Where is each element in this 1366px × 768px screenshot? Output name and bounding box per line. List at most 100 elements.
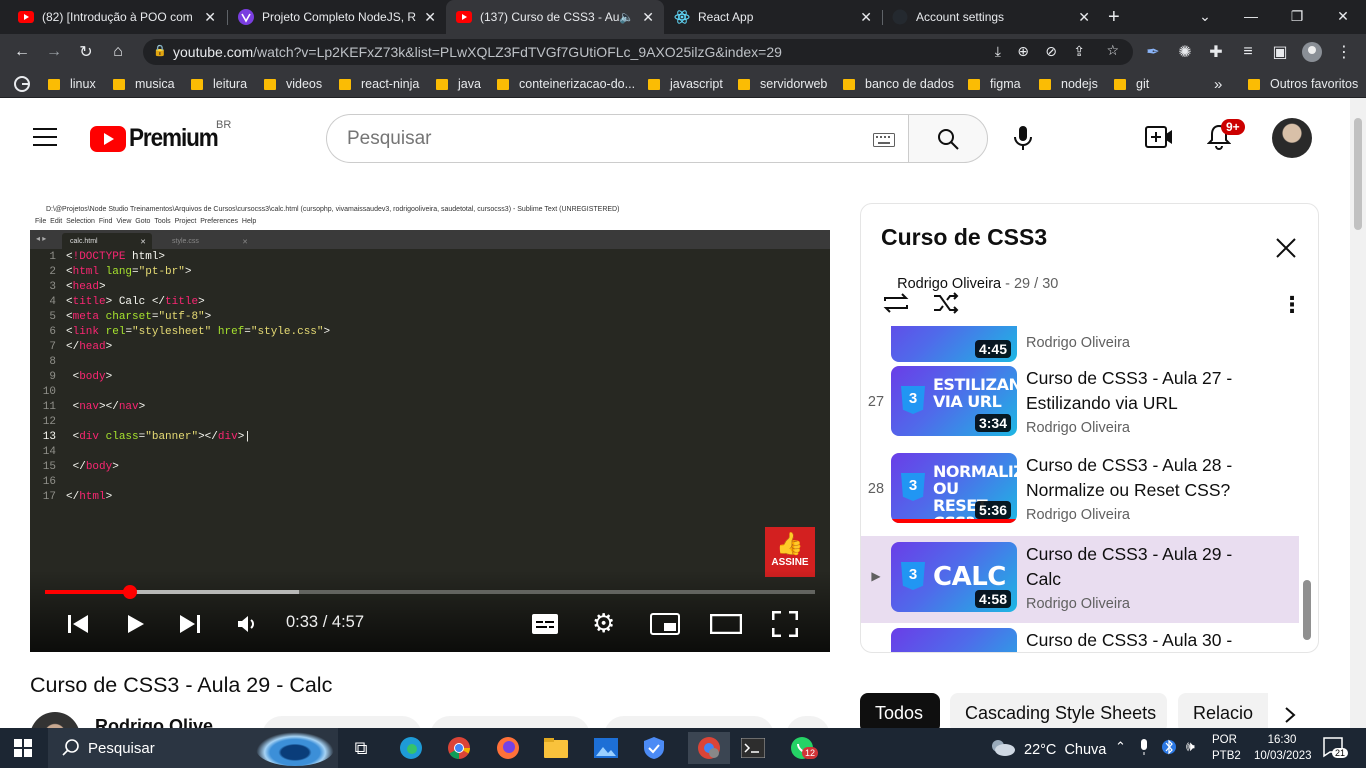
video-thumbnail[interactable]: 3 ESTILIZANDO VIA URL 3:34	[891, 366, 1017, 436]
miniplayer-icon[interactable]	[650, 613, 680, 640]
playlist-owner[interactable]: Rodrigo Oliveira	[897, 276, 1001, 292]
restore-icon[interactable]: ❐	[1274, 0, 1320, 32]
microphone-tray-icon[interactable]	[1139, 738, 1149, 761]
photos-icon[interactable]	[590, 732, 622, 764]
bookmark-banco-de-dados[interactable]: banco de dados	[843, 76, 954, 92]
tray-chevron-icon[interactable]: ⌃	[1115, 739, 1126, 755]
playlist-item[interactable]: 27 3 ESTILIZANDO VIA URL 3:34 Curso de C…	[861, 364, 1299, 452]
chip-all[interactable]: Todos	[860, 693, 940, 733]
create-video-icon[interactable]	[1145, 126, 1173, 153]
minimize-icon[interactable]: —	[1228, 0, 1274, 32]
keyboard-icon[interactable]	[873, 131, 895, 153]
extension-pen-icon[interactable]: ✒	[1143, 42, 1163, 62]
shuffle-icon[interactable]	[932, 292, 960, 319]
channel-name[interactable]: Rodrigo Olive...	[95, 716, 228, 728]
bookmark-conteinerizacao[interactable]: conteinerizacao-do...	[497, 76, 635, 92]
bookmark-star-icon[interactable]: ☆	[1106, 42, 1119, 59]
settings-gear-icon[interactable]: ⚙	[592, 610, 615, 636]
profile-avatar-icon[interactable]	[1302, 42, 1322, 62]
bookmark-videos[interactable]: videos	[264, 76, 322, 92]
bookmark-leitura[interactable]: leitura	[191, 76, 247, 92]
video-thumbnail[interactable]	[891, 628, 1017, 652]
lock-icon[interactable]: 🔒	[153, 44, 167, 57]
language-indicator[interactable]: POR PTB2	[1212, 732, 1241, 764]
chip-related[interactable]: Relacio	[1178, 693, 1268, 733]
progress-bar[interactable]	[45, 585, 815, 599]
firefox-icon[interactable]	[492, 732, 524, 764]
hamburger-menu-icon[interactable]	[33, 128, 57, 146]
google-apps-icon[interactable]	[14, 76, 30, 92]
account-avatar[interactable]	[1272, 118, 1312, 158]
browser-tab-4[interactable]: React App ✕	[664, 0, 882, 34]
bookmark-git[interactable]: git	[1114, 76, 1149, 92]
search-input[interactable]: Pesquisar	[326, 114, 909, 163]
new-tab-button[interactable]: +	[1108, 6, 1120, 29]
volume-tray-icon[interactable]: 🕪	[1186, 738, 1195, 755]
page-scrollbar[interactable]	[1350, 98, 1366, 728]
close-window-icon[interactable]: ✕	[1320, 0, 1366, 32]
bookmark-figma[interactable]: figma	[968, 76, 1021, 92]
youtube-premium-logo[interactable]: Premium	[90, 124, 228, 153]
bookmark-servidorweb[interactable]: servidorweb	[738, 76, 827, 92]
edge-icon[interactable]	[395, 732, 427, 764]
video-thumbnail[interactable]: 3 CALC 4:58	[891, 542, 1017, 612]
video-thumbnail[interactable]: 4:45	[891, 326, 1017, 362]
weather-widget[interactable]: 22°C Chuva	[990, 738, 1106, 762]
loop-icon[interactable]	[882, 292, 910, 319]
bookmark-other-favorites[interactable]: Outros favoritos	[1248, 76, 1358, 92]
side-panel-icon[interactable]: ▣	[1270, 42, 1290, 62]
video-thumbnail[interactable]: 3 NORMALIZE OU RESET CSS? 5:36	[891, 453, 1017, 523]
fullscreen-icon[interactable]	[771, 610, 799, 642]
playlist-item[interactable]: Curso de CSS3 - Aula 30 -	[861, 626, 1299, 652]
bookmark-javascript[interactable]: javascript	[648, 76, 723, 92]
playlist-more-icon[interactable]: ⋮	[1281, 292, 1303, 318]
bookmark-react-ninja[interactable]: react-ninja	[339, 76, 419, 92]
taskbar-search-input[interactable]: Pesquisar	[48, 728, 338, 768]
back-icon[interactable]: ←	[12, 42, 32, 62]
audio-playing-icon[interactable]: 🔈	[619, 10, 634, 24]
close-tab-icon[interactable]: ✕	[204, 9, 216, 26]
play-icon[interactable]	[126, 613, 146, 640]
address-bar[interactable]: 🔒 youtube.com/watch?v=Lp2KEFxZ73k&list=P…	[143, 39, 1133, 65]
more-bookmarks-button[interactable]: »	[1214, 76, 1222, 93]
hide-icon[interactable]: ⊘	[1045, 43, 1057, 60]
playlist-item[interactable]: 28 3 NORMALIZE OU RESET CSS? 5:36 Curso …	[861, 451, 1299, 539]
playlist-title[interactable]: Curso de CSS3	[881, 224, 1047, 251]
theater-mode-icon[interactable]	[709, 613, 743, 639]
subtitles-icon[interactable]	[531, 613, 559, 640]
close-playlist-icon[interactable]	[1275, 237, 1297, 264]
chrome-icon[interactable]	[443, 732, 475, 764]
extensions-puzzle-icon[interactable]: ✚	[1206, 42, 1226, 62]
volume-icon[interactable]	[236, 614, 258, 639]
bookmark-musica[interactable]: musica	[113, 76, 175, 92]
terminal-icon[interactable]	[737, 732, 769, 764]
video-player[interactable]: D:\@Projetos\Node Studio Treinamentos\Ar…	[30, 200, 830, 652]
media-control-icon[interactable]: ≡	[1238, 42, 1258, 62]
windows-start-icon[interactable]	[7, 732, 39, 764]
task-view-icon[interactable]: ⧉	[345, 732, 377, 764]
chips-next-icon[interactable]	[1270, 700, 1310, 730]
install-icon[interactable]: ⤓	[995, 43, 1001, 60]
reload-icon[interactable]: ↻	[76, 42, 96, 62]
close-tab-icon[interactable]: ✕	[424, 9, 436, 26]
tab-search-chevron-icon[interactable]: ⌄	[1182, 0, 1228, 32]
playlist-item-current[interactable]: ▶ 3 CALC 4:58 Curso de CSS3 - Aula 29 - …	[861, 536, 1299, 623]
home-icon[interactable]: ⌂	[108, 42, 128, 62]
extension-bug-icon[interactable]: ✺	[1175, 42, 1195, 62]
next-icon[interactable]	[178, 613, 202, 640]
previous-icon[interactable]	[66, 613, 90, 640]
bluetooth-tray-icon[interactable]	[1162, 737, 1176, 762]
chip-cascading-style-sheets[interactable]: Cascading Style Sheets	[950, 693, 1167, 733]
vpn-shield-icon[interactable]	[638, 732, 670, 764]
share-icon[interactable]: ⇪	[1073, 43, 1085, 60]
bookmark-nodejs[interactable]: nodejs	[1039, 76, 1098, 92]
zoom-icon[interactable]: ⊕	[1017, 43, 1029, 60]
bookmark-java[interactable]: java	[436, 76, 481, 92]
playlist-scrollbar[interactable]	[1303, 580, 1311, 640]
browser-tab-5[interactable]: Account settings ✕	[882, 0, 1100, 34]
forward-icon[interactable]: →	[44, 42, 64, 62]
file-explorer-icon[interactable]	[540, 732, 572, 764]
bookmark-linux[interactable]: linux	[48, 76, 96, 92]
browser-tab-3-active[interactable]: (137) Curso de CSS3 - Au 🔈 ✕	[446, 0, 664, 34]
browser-tab-1[interactable]: (82) [Introdução à POO com ✕	[8, 0, 226, 34]
